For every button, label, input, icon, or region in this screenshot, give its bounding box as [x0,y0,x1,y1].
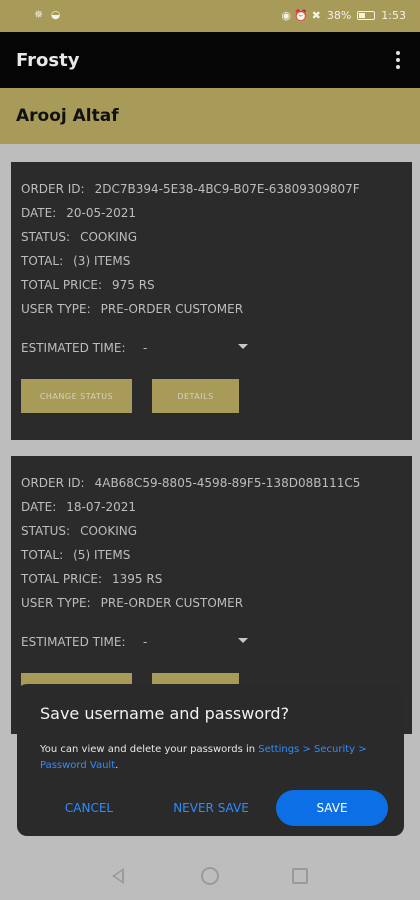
date-row: DATE: 18-07-2021 [21,500,136,514]
change-status-button[interactable]: CHANGE STATUS [21,379,132,413]
chevron-down-icon[interactable] [238,344,248,349]
never-save-button[interactable]: NEVER SAVE [161,790,261,826]
battery-icon [357,11,376,20]
total-label: TOTAL: [21,254,64,268]
price-row: TOTAL PRICE: 975 RS [21,278,155,292]
price-row: TOTAL PRICE: 1395 RS [21,572,162,586]
dialog-title: Save username and password? [40,704,290,723]
status-value: COOKING [80,524,138,538]
date-row: DATE: 20-05-2021 [21,206,136,220]
dialog-message: You can view and delete your passwords i… [40,742,380,774]
home-icon[interactable] [201,867,219,885]
order-id-value: 4AB68C59-8805-4598-89F5-138D08B111C5 [94,476,361,490]
order-id-value: 2DC7B394-5E38-4BC9-B07E-63809309807F [94,182,360,196]
user-header: Arooj Altaf [0,88,420,144]
more-vert-icon[interactable] [388,48,408,72]
order-id-label: ORDER ID: [21,182,85,196]
dialog-message-end: . [115,760,119,771]
total-row: TOTAL: (3) ITEMS [21,254,130,268]
date-value: 20-05-2021 [66,206,137,220]
user-type-row: USER TYPE: PRE-ORDER CUSTOMER [21,302,243,316]
order-id-row: ORDER ID: 4AB68C59-8805-4598-89F5-138D08B… [21,476,360,490]
date-label: DATE: [21,500,57,514]
app-bar: Frosty [0,32,420,88]
chevron-down-icon[interactable] [238,638,248,643]
user-name: Arooj Altaf [16,106,119,126]
cancel-button[interactable]: CANCEL [45,790,133,826]
user-type-row: USER TYPE: PRE-ORDER CUSTOMER [21,596,243,610]
order-card: ORDER ID: 2DC7B394-5E38-4BC9-B07E-6380930… [11,162,412,440]
user-type-value: PRE-ORDER CUSTOMER [100,302,244,316]
estimated-time-select[interactable]: - [143,341,147,355]
details-button[interactable]: DETAILS [152,379,239,413]
total-value: (5) ITEMS [73,548,131,562]
price-label: TOTAL PRICE: [21,278,102,292]
battery-percent: 38% [326,9,352,22]
order-id-label: ORDER ID: [21,476,85,490]
user-type-label: USER TYPE: [21,596,91,610]
price-value: 975 RS [112,278,155,292]
status-label: STATUS: [21,524,71,538]
status-row: STATUS: COOKING [21,524,137,538]
system-nav-bar [0,852,420,900]
total-row: TOTAL: (5) ITEMS [21,548,130,562]
save-button[interactable]: SAVE [276,790,388,826]
status-bar: ✵ ◒ ◉ ⏰ ✖ 38% 1:53 [0,0,420,32]
total-value: (3) ITEMS [73,254,131,268]
status-row: STATUS: COOKING [21,230,137,244]
back-icon[interactable] [112,868,124,884]
clock: 1:53 [381,9,406,22]
dialog-message-text: You can view and delete your passwords i… [40,744,259,755]
user-type-label: USER TYPE: [21,302,91,316]
status-label: STATUS: [21,230,71,244]
status-icons: ◉ ⏰ ✖ 38% 1:53 [281,9,406,22]
estimated-time-label: ESTIMATED TIME: [21,635,126,649]
date-label: DATE: [21,206,57,220]
status-value: COOKING [80,230,138,244]
user-type-value: PRE-ORDER CUSTOMER [100,596,244,610]
signal-wifi-icon: ✵ ◒ [34,8,63,21]
price-value: 1395 RS [112,572,163,586]
recent-apps-icon[interactable] [292,868,308,884]
app-title: Frosty [16,50,80,71]
estimated-time-select[interactable]: - [143,635,147,649]
price-label: TOTAL PRICE: [21,572,102,586]
total-label: TOTAL: [21,548,64,562]
order-id-row: ORDER ID: 2DC7B394-5E38-4BC9-B07E-6380930… [21,182,360,196]
save-password-dialog: Save username and password? You can view… [17,684,404,836]
date-value: 18-07-2021 [66,500,137,514]
estimated-time-label: ESTIMATED TIME: [21,341,126,355]
system-icons: ◉ ⏰ ✖ [281,9,321,22]
